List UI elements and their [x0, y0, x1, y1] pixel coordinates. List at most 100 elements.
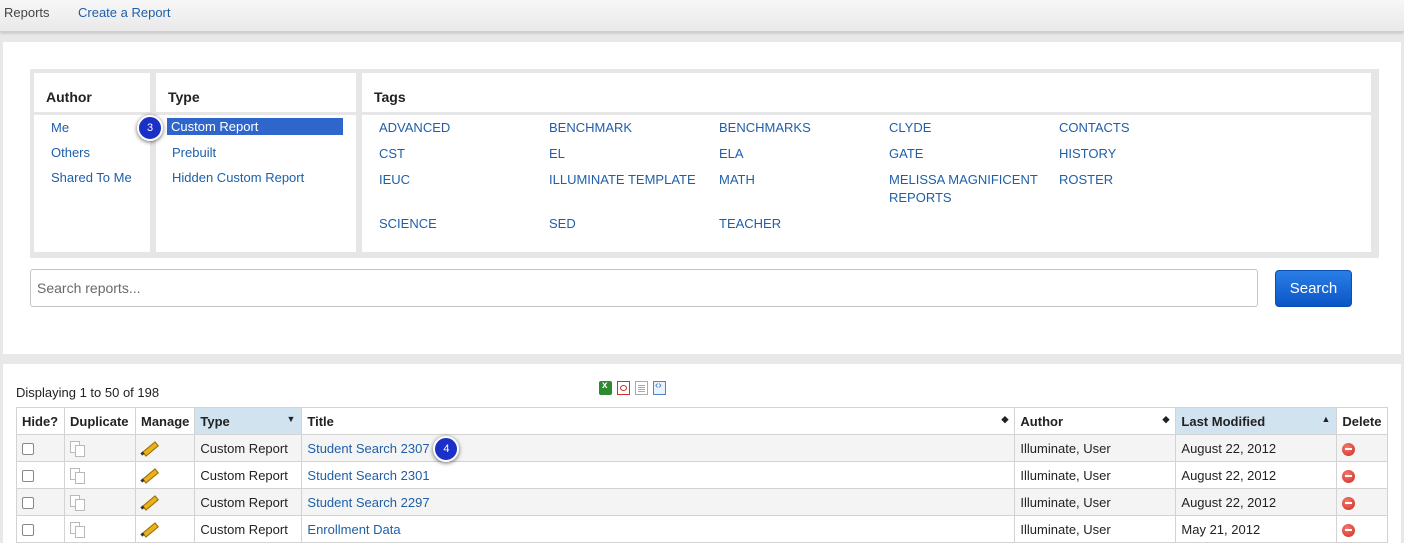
row-type: Custom Report: [194, 434, 303, 462]
table-row: Custom Report Student Search 2297 Illumi…: [16, 488, 1389, 516]
table-row: Custom Report Enrollment Data Illuminate…: [16, 515, 1389, 543]
row-modified: August 22, 2012: [1175, 488, 1338, 516]
nav-reports[interactable]: Reports: [4, 5, 50, 20]
tag-gate[interactable]: GATE: [889, 145, 1049, 163]
pencil-icon[interactable]: [141, 467, 159, 483]
row-author: Illuminate, User: [1014, 488, 1177, 516]
pencil-icon[interactable]: [141, 440, 159, 456]
pdf-export-icon[interactable]: [617, 381, 630, 395]
tag-teacher[interactable]: TEACHER: [719, 215, 879, 233]
search-button[interactable]: Search: [1275, 270, 1352, 307]
reports-table: Hide? Duplicate Manage Type ▼ Title ◆ Auth…: [16, 407, 1389, 543]
row-author: Illuminate, User: [1014, 515, 1177, 543]
filter-box: Author Me Others Shared To Me Type Custo…: [30, 69, 1379, 258]
caret-down-icon: ▼: [286, 414, 296, 424]
col-last-modified-label: Last Modified: [1181, 413, 1266, 429]
row-title-link[interactable]: Enrollment Data: [307, 522, 400, 537]
col-type[interactable]: Type ▼: [194, 407, 303, 435]
delete-icon[interactable]: [1342, 523, 1356, 537]
tag-benchmark[interactable]: BENCHMARK: [549, 119, 709, 137]
author-heading: Author: [46, 89, 92, 105]
author-shared-to-me[interactable]: Shared To Me: [51, 170, 132, 185]
hide-checkbox[interactable]: [22, 443, 34, 456]
type-hidden-custom-report[interactable]: Hidden Custom Report: [172, 170, 304, 185]
tag-history[interactable]: HISTORY: [1059, 145, 1219, 163]
tag-math[interactable]: MATH: [719, 171, 879, 189]
type-filter: Type Custom Report Prebuilt Hidden Custo…: [156, 73, 356, 252]
sort-both-icon: ◆: [1001, 414, 1009, 424]
tag-ieuc[interactable]: IEUC: [379, 171, 539, 189]
pencil-icon[interactable]: [141, 521, 159, 537]
sort-both-icon: ◆: [1162, 414, 1170, 424]
row-modified: August 22, 2012: [1175, 461, 1338, 489]
search-input[interactable]: [30, 269, 1258, 307]
row-modified: August 22, 2012: [1175, 434, 1338, 462]
step-badge-3: 3: [137, 115, 163, 141]
results-panel: Displaying 1 to 50 of 198 Hide? Duplicat…: [3, 364, 1401, 543]
tag-benchmarks[interactable]: BENCHMARKS: [719, 119, 879, 137]
caret-up-icon: ▲: [1321, 414, 1331, 424]
row-author: Illuminate, User: [1014, 461, 1177, 489]
tag-roster[interactable]: ROSTER: [1059, 171, 1219, 189]
col-last-modified[interactable]: Last Modified ▲: [1175, 407, 1338, 435]
duplicate-icon[interactable]: [70, 441, 85, 458]
delete-icon[interactable]: [1342, 442, 1356, 456]
col-title[interactable]: Title ◆: [301, 407, 1016, 435]
col-type-label: Type: [200, 413, 230, 429]
col-manage: Manage: [134, 407, 196, 435]
top-nav: Reports Create a Report: [0, 0, 1404, 32]
author-others[interactable]: Others: [51, 145, 90, 160]
text-export-icon[interactable]: [635, 381, 648, 395]
delete-icon[interactable]: [1342, 496, 1356, 510]
tag-cst[interactable]: CST: [379, 145, 539, 163]
row-type: Custom Report: [194, 488, 303, 516]
hide-checkbox[interactable]: [22, 470, 34, 483]
type-heading: Type: [168, 89, 200, 105]
tag-contacts[interactable]: CONTACTS: [1059, 119, 1219, 137]
col-author-label: Author: [1020, 413, 1064, 429]
excel-export-icon[interactable]: [599, 380, 612, 395]
tag-science[interactable]: SCIENCE: [379, 215, 539, 233]
row-modified: May 21, 2012: [1175, 515, 1338, 543]
tag-ela[interactable]: ELA: [719, 145, 879, 163]
col-delete: Delete: [1336, 407, 1389, 435]
hide-checkbox[interactable]: [22, 524, 34, 537]
delete-icon[interactable]: [1342, 469, 1356, 483]
step-badge-4: 4: [433, 436, 460, 462]
duplicate-icon[interactable]: [70, 495, 85, 512]
tags-heading: Tags: [374, 89, 406, 105]
tag-advanced[interactable]: ADVANCED: [379, 119, 539, 137]
row-type: Custom Report: [194, 461, 303, 489]
row-type: Custom Report: [194, 515, 303, 543]
col-title-label: Title: [307, 413, 334, 429]
table-row: Custom Report Student Search 2307 4 Illum…: [16, 434, 1389, 462]
tags-filter: Tags ADVANCED BENCHMARK BENCHMARKS CLYDE…: [362, 73, 1371, 252]
col-author[interactable]: Author ◆: [1014, 407, 1177, 435]
row-author: Illuminate, User: [1014, 434, 1177, 462]
tag-illuminate-template[interactable]: ILLUMINATE TEMPLATE: [549, 171, 709, 189]
row-title-link[interactable]: Student Search 2297: [307, 495, 429, 510]
type-custom-report[interactable]: Custom Report: [167, 118, 343, 135]
code-export-icon[interactable]: [653, 380, 666, 395]
duplicate-icon[interactable]: [70, 468, 85, 485]
export-icons: [599, 380, 671, 396]
tag-el[interactable]: EL: [549, 145, 709, 163]
filter-panel: Author Me Others Shared To Me Type Custo…: [3, 42, 1401, 354]
results-count: Displaying 1 to 50 of 198: [16, 385, 160, 400]
duplicate-icon[interactable]: [70, 522, 85, 539]
author-me[interactable]: Me: [51, 120, 69, 135]
tag-sed[interactable]: SED: [549, 215, 709, 233]
row-title-link[interactable]: Student Search 2301: [307, 468, 429, 483]
type-prebuilt[interactable]: Prebuilt: [172, 145, 216, 160]
pencil-icon[interactable]: [141, 494, 159, 510]
row-title-link[interactable]: Student Search 2307: [307, 441, 429, 456]
author-filter: Author Me Others Shared To Me: [34, 73, 150, 252]
hide-checkbox[interactable]: [22, 497, 34, 510]
col-hide: Hide?: [16, 407, 65, 435]
table-header-row: Hide? Duplicate Manage Type ▼ Title ◆ Auth…: [16, 407, 1389, 435]
col-duplicate: Duplicate: [64, 407, 136, 435]
tag-clyde[interactable]: CLYDE: [889, 119, 1049, 137]
nav-create-report[interactable]: Create a Report: [78, 5, 171, 20]
table-row: Custom Report Student Search 2301 Illumi…: [16, 461, 1389, 489]
tag-melissa-magnificent-reports[interactable]: MELISSA MAGNIFICENT REPORTS: [889, 171, 1039, 207]
